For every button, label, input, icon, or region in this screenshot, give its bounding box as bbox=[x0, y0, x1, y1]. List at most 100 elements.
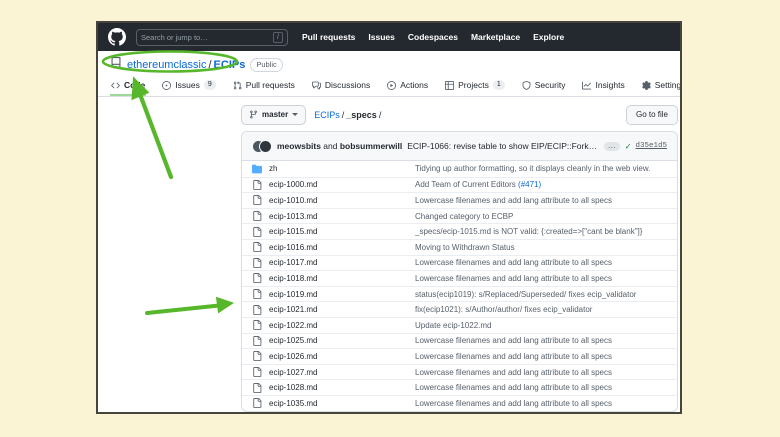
file-row: zh Tidying up author formatting, so it d… bbox=[242, 161, 677, 177]
file-name-link[interactable]: ecip-1000.md bbox=[269, 180, 415, 189]
file-name-link[interactable]: ecip-1016.md bbox=[269, 243, 415, 252]
file-name-link[interactable]: ecip-1025.md bbox=[269, 336, 415, 345]
file-commit-message[interactable]: Lowercase filenames and add lang attribu… bbox=[415, 399, 667, 408]
tab-code-label: Code bbox=[124, 80, 145, 90]
file-row: ecip-1015.md _specs/ecip-1015.md is NOT … bbox=[242, 223, 677, 239]
search-box[interactable]: / bbox=[136, 29, 288, 46]
tab-projects[interactable]: Projects 1 bbox=[444, 76, 506, 96]
file-commit-message[interactable]: Tidying up author formatting, so it disp… bbox=[415, 164, 667, 173]
file-commit-message[interactable]: Lowercase filenames and add lang attribu… bbox=[415, 368, 667, 377]
tab-security[interactable]: Security bbox=[521, 76, 567, 96]
nav-pull-requests[interactable]: Pull requests bbox=[302, 32, 355, 42]
repo-breadcrumb: ethereumclassic/ECIPs bbox=[127, 59, 245, 71]
file-name-link[interactable]: ecip-1035.md bbox=[269, 399, 415, 408]
file-commit-message[interactable]: fix(ecip1021): s/Author/author/ fixes ec… bbox=[415, 305, 667, 314]
commit-status: ✓ d35e1d5 bbox=[625, 142, 667, 151]
tab-insights[interactable]: Insights bbox=[581, 76, 625, 96]
file-name-link[interactable]: ecip-1022.md bbox=[269, 321, 415, 330]
file-icon bbox=[252, 305, 269, 315]
avatar[interactable] bbox=[252, 140, 272, 153]
github-logo-icon[interactable] bbox=[108, 28, 126, 46]
file-name-link[interactable]: zh bbox=[269, 164, 415, 173]
latest-commit-bar: meowsbits and bobsummerwill ECIP-1066: r… bbox=[242, 132, 677, 161]
tab-issues[interactable]: Issues 9 bbox=[161, 76, 216, 96]
tab-actions-label: Actions bbox=[400, 80, 428, 90]
tab-insights-label: Insights bbox=[595, 80, 624, 90]
nav-issues[interactable]: Issues bbox=[368, 32, 394, 42]
file-name-link[interactable]: ecip-1018.md bbox=[269, 274, 415, 283]
file-icon bbox=[252, 227, 269, 237]
repo-tabs: Code Issues 9 Pull requests Discussions … bbox=[98, 76, 680, 97]
file-row: ecip-1025.md Lowercase filenames and add… bbox=[242, 333, 677, 349]
commit-message[interactable]: ECIP-1066: revise table to show EIP/ECIP… bbox=[407, 141, 599, 151]
file-browser-box: meowsbits and bobsummerwill ECIP-1066: r… bbox=[241, 131, 678, 412]
commit-authors[interactable]: meowsbits and bobsummerwill bbox=[277, 141, 402, 151]
file-icon bbox=[252, 336, 269, 346]
branch-selector[interactable]: master bbox=[241, 105, 306, 125]
tab-projects-label: Projects bbox=[458, 80, 489, 90]
file-list: zh Tidying up author formatting, so it d… bbox=[242, 161, 677, 411]
file-row: ecip-1027.md Lowercase filenames and add… bbox=[242, 364, 677, 380]
file-name-link[interactable]: ecip-1015.md bbox=[269, 227, 415, 236]
pr-link[interactable]: (#471) bbox=[518, 180, 541, 189]
check-icon[interactable]: ✓ bbox=[625, 142, 632, 151]
file-name-link[interactable]: ecip-1019.md bbox=[269, 290, 415, 299]
file-name-link[interactable]: ecip-1013.md bbox=[269, 212, 415, 221]
github-header: / Pull requests Issues Codespaces Market… bbox=[98, 23, 680, 51]
file-icon bbox=[252, 351, 269, 361]
issues-counter: 9 bbox=[204, 80, 216, 90]
file-commit-message[interactable]: status(ecip1019): s/Replaced/Superseded/… bbox=[415, 290, 667, 299]
slash-key-hint: / bbox=[273, 32, 283, 43]
file-row: ecip-1017.md Lowercase filenames and add… bbox=[242, 255, 677, 271]
go-to-file-button[interactable]: Go to file bbox=[626, 105, 678, 125]
commit-sha-link[interactable]: d35e1d5 bbox=[635, 142, 667, 150]
github-window: / Pull requests Issues Codespaces Market… bbox=[96, 21, 682, 414]
breadcrumb-separator-2: / bbox=[379, 110, 382, 120]
chevron-down-icon bbox=[292, 113, 298, 116]
file-name-link[interactable]: ecip-1028.md bbox=[269, 383, 415, 392]
file-commit-message[interactable]: Lowercase filenames and add lang attribu… bbox=[415, 352, 667, 361]
file-row: ecip-1021.md fix(ecip1021): s/Author/aut… bbox=[242, 301, 677, 317]
breadcrumb-separator: / bbox=[342, 110, 345, 120]
nav-codespaces[interactable]: Codespaces bbox=[408, 32, 458, 42]
tab-code[interactable]: Code bbox=[110, 76, 146, 96]
avatar-bobsummerwill[interactable] bbox=[259, 140, 272, 153]
file-name-link[interactable]: ecip-1027.md bbox=[269, 368, 415, 377]
search-input[interactable] bbox=[141, 33, 273, 42]
nav-explore[interactable]: Explore bbox=[533, 32, 564, 42]
breadcrumb-repo-link[interactable]: ECIPs bbox=[314, 110, 340, 120]
tab-settings-label: Settings bbox=[655, 80, 682, 90]
branch-name: master bbox=[262, 110, 288, 119]
file-icon bbox=[252, 289, 269, 299]
repo-owner-link[interactable]: ethereumclassic bbox=[127, 59, 206, 71]
file-name-link[interactable]: ecip-1026.md bbox=[269, 352, 415, 361]
repo-name-link[interactable]: ECIPs bbox=[214, 59, 246, 71]
tab-actions[interactable]: Actions bbox=[386, 76, 429, 96]
file-commit-message[interactable]: Lowercase filenames and add lang attribu… bbox=[415, 274, 667, 283]
file-commit-message[interactable]: Lowercase filenames and add lang attribu… bbox=[415, 383, 667, 392]
commit-ellipsis-button[interactable]: … bbox=[604, 142, 620, 151]
file-icon bbox=[252, 367, 269, 377]
breadcrumb-current-dir: _specs bbox=[346, 110, 377, 120]
tab-issues-label: Issues bbox=[175, 80, 200, 90]
file-commit-message[interactable]: Lowercase filenames and add lang attribu… bbox=[415, 196, 667, 205]
file-row: ecip-1022.md Update ecip-1022.md bbox=[242, 317, 677, 333]
file-commit-message[interactable]: Update ecip-1022.md bbox=[415, 321, 667, 330]
file-name-link[interactable]: ecip-1021.md bbox=[269, 305, 415, 314]
tab-pull-requests[interactable]: Pull requests bbox=[232, 76, 296, 96]
file-commit-message[interactable]: _specs/ecip-1015.md is NOT valid: {:crea… bbox=[415, 227, 667, 236]
file-name-link[interactable]: ecip-1017.md bbox=[269, 258, 415, 267]
file-name-link[interactable]: ecip-1010.md bbox=[269, 196, 415, 205]
file-commit-message[interactable]: Changed category to ECBP bbox=[415, 212, 667, 221]
file-row: ecip-1010.md Lowercase filenames and add… bbox=[242, 192, 677, 208]
file-commit-message[interactable]: Lowercase filenames and add lang attribu… bbox=[415, 336, 667, 345]
tab-discussions[interactable]: Discussions bbox=[311, 76, 371, 96]
file-commit-message[interactable]: Add Team of Current Editors (#471) bbox=[415, 180, 667, 189]
file-commit-message[interactable]: Moving to Withdrawn Status bbox=[415, 243, 667, 252]
file-icon bbox=[252, 195, 269, 205]
file-row: ecip-1035.md Lowercase filenames and add… bbox=[242, 395, 677, 411]
nav-marketplace[interactable]: Marketplace bbox=[471, 32, 520, 42]
file-commit-message[interactable]: Lowercase filenames and add lang attribu… bbox=[415, 258, 667, 267]
tab-settings[interactable]: Settings bbox=[641, 76, 682, 96]
top-nav: Pull requests Issues Codespaces Marketpl… bbox=[302, 32, 564, 42]
